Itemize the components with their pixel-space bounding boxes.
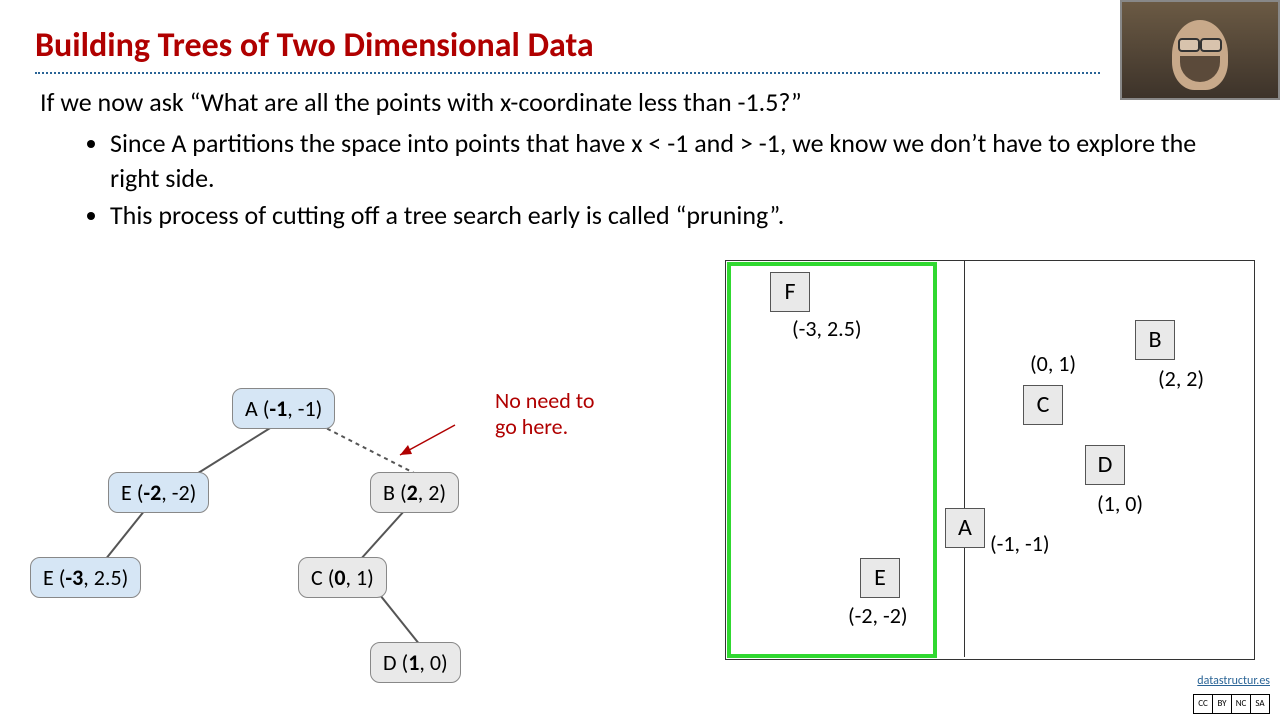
tree-node-e2: E (-3, 2.5) xyxy=(30,557,141,598)
point-d-box: D xyxy=(1085,445,1125,485)
tree-node-c: C (0, 1) xyxy=(298,557,387,598)
point-b-box: B xyxy=(1135,320,1175,360)
tree-node-d: D (1, 0) xyxy=(370,642,461,683)
tree-node-e1: E (-2, -2) xyxy=(108,472,209,513)
presenter-webcam xyxy=(1120,0,1280,100)
partition-line xyxy=(964,261,965,657)
body-text: If we now ask “What are all the points w… xyxy=(40,85,1220,235)
point-a-box: A xyxy=(945,508,985,548)
footer-link[interactable]: datastructur.es xyxy=(1197,674,1270,688)
bullet-2: This process of cutting off a tree searc… xyxy=(110,198,1220,233)
point-f-box: F xyxy=(770,272,810,312)
point-d-label: (1, 0) xyxy=(1097,490,1143,517)
point-e-label: (-2, -2) xyxy=(848,602,908,629)
point-a-label: (-1, -1) xyxy=(990,530,1050,557)
point-b-label: (2, 2) xyxy=(1158,365,1204,392)
bullet-1: Since A partitions the space into points… xyxy=(110,126,1220,196)
tree-node-b: B (2, 2) xyxy=(370,472,459,513)
intro-line: If we now ask “What are all the points w… xyxy=(40,85,1220,120)
cc-badge: CC BY NC SA xyxy=(1194,694,1270,714)
annotation-no-need: No need to go here. xyxy=(495,388,595,441)
point-f-label: (-3, 2.5) xyxy=(792,315,862,342)
slide-title: Building Trees of Two Dimensional Data xyxy=(35,25,594,66)
title-underline xyxy=(35,72,1100,74)
tree-node-a: A (-1, -1) xyxy=(232,388,335,429)
slide: Building Trees of Two Dimensional Data I… xyxy=(0,0,1280,720)
point-c-box: C xyxy=(1023,385,1063,425)
point-c-label: (0, 1) xyxy=(1030,350,1076,377)
point-e-box: E xyxy=(860,558,900,598)
